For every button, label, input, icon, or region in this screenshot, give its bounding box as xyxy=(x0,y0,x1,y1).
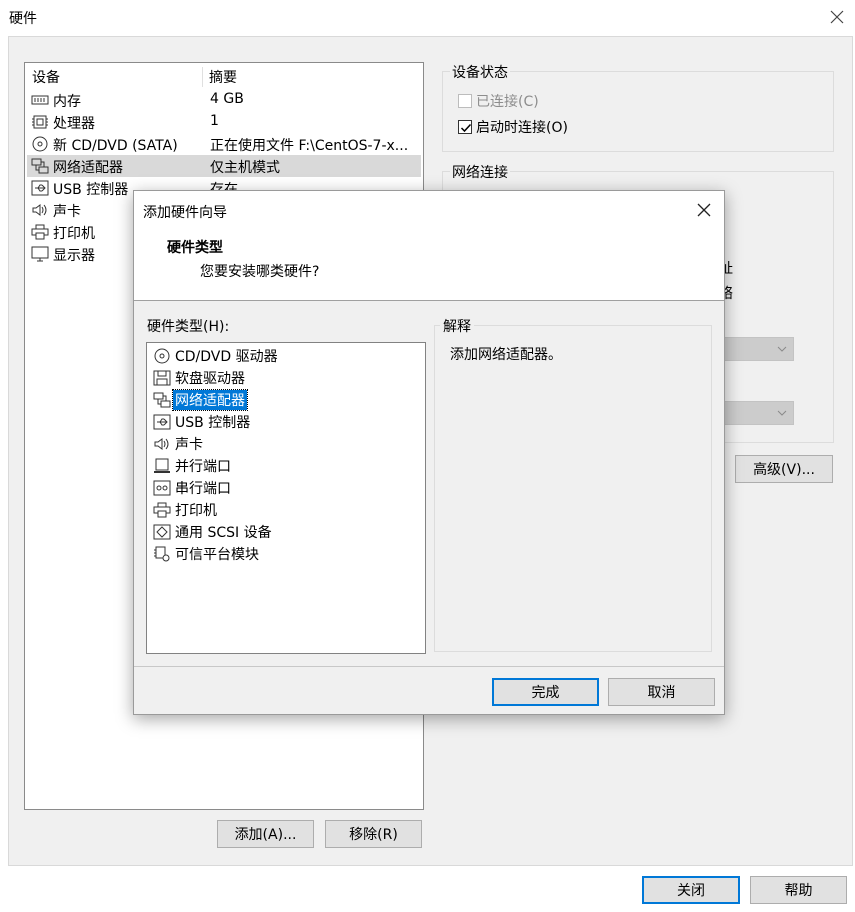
add-hardware-wizard-dialog: 添加硬件向导 硬件类型 您要安装哪类硬件? 硬件类型(H): CD/DVD 驱动… xyxy=(133,190,725,715)
sound-icon xyxy=(154,438,169,450)
hardware-type-name: USB 控制器 xyxy=(175,415,251,431)
hardware-type-name: 打印机 xyxy=(175,503,217,519)
dialog-divider xyxy=(134,666,724,667)
window-title: 硬件 xyxy=(9,11,37,27)
hardware-type-name: 可信平台模块 xyxy=(175,547,259,563)
device-name: 内存 xyxy=(53,94,81,110)
display-icon xyxy=(31,246,49,262)
serial-port-icon xyxy=(153,480,171,496)
printer-icon xyxy=(31,224,49,240)
device-status-title: 设备状态 xyxy=(450,62,510,82)
device-summary: 4 GB xyxy=(210,91,244,107)
explanation-title: 解释 xyxy=(440,316,474,336)
usb-icon xyxy=(153,414,171,430)
explanation-group xyxy=(434,325,712,652)
add-device-button[interactable]: 添加(A)... xyxy=(217,820,314,848)
device-name: 新 CD/DVD (SATA) xyxy=(53,138,178,154)
cpu-icon xyxy=(32,115,48,129)
network-connection-title: 网络连接 xyxy=(450,162,510,182)
wizard-subheading: 您要安装哪类硬件? xyxy=(200,264,320,280)
sound-icon xyxy=(32,204,47,216)
cd-icon xyxy=(154,348,170,364)
wizard-header: 添加硬件向导 硬件类型 您要安装哪类硬件? xyxy=(134,191,724,301)
device-name: 处理器 xyxy=(53,116,95,132)
connect-at-power-on-checkbox[interactable]: 启动时连接(O) xyxy=(458,117,568,137)
connected-checkbox[interactable]: 已连接(C) xyxy=(458,91,539,111)
close-icon xyxy=(830,10,844,24)
connect-at-power-on-checkbox-box[interactable] xyxy=(458,120,472,134)
network-icon xyxy=(31,158,49,174)
cancel-button[interactable]: 取消 xyxy=(608,678,715,706)
explanation-text: 添加网络适配器。 xyxy=(450,347,562,363)
connect-at-power-on-label: 启动时连接(O) xyxy=(476,120,568,136)
device-name: 网络适配器 xyxy=(53,160,123,176)
hardware-type-name: 串行端口 xyxy=(175,481,231,497)
tpm-icon xyxy=(154,546,170,562)
hardware-type-list[interactable]: CD/DVD 驱动器 软盘驱动器 网络适配器 USB 控制器 声卡 并行端口 串… xyxy=(146,342,426,654)
remove-device-button[interactable]: 移除(R) xyxy=(325,820,422,848)
device-name: 声卡 xyxy=(53,204,81,220)
advanced-button[interactable]: 高级(V)... xyxy=(735,455,833,483)
dialog-close-button[interactable] xyxy=(694,200,714,220)
hardware-type-name: CD/DVD 驱动器 xyxy=(175,349,278,365)
device-row-network-adapter[interactable]: 网络适配器 仅主机模式 xyxy=(27,155,421,177)
network-icon xyxy=(153,392,171,408)
chevron-down-icon xyxy=(777,410,787,416)
column-divider[interactable] xyxy=(202,67,203,87)
printer-icon xyxy=(153,502,171,518)
hardware-type-name: 声卡 xyxy=(175,437,203,453)
hardware-type-name: 并行端口 xyxy=(175,459,231,475)
device-summary: 正在使用文件 F:\CentOS-7-x... xyxy=(210,138,409,154)
column-header-summary[interactable]: 摘要 xyxy=(209,67,237,87)
device-summary: 仅主机模式 xyxy=(210,160,280,176)
device-row-cpu[interactable]: 处理器 1 xyxy=(27,111,421,133)
hardware-type-name: 软盘驱动器 xyxy=(175,371,245,387)
window-close-button[interactable] xyxy=(826,6,848,28)
help-button[interactable]: 帮助 xyxy=(750,876,847,904)
device-summary: 1 xyxy=(210,113,219,129)
hardware-type-name: 通用 SCSI 设备 xyxy=(175,525,272,541)
device-status-group xyxy=(442,71,834,152)
connected-label: 已连接(C) xyxy=(476,94,539,110)
finish-button[interactable]: 完成 xyxy=(492,678,599,706)
floppy-icon xyxy=(153,370,171,386)
column-header-device[interactable]: 设备 xyxy=(32,67,60,87)
hardware-type-label: 硬件类型(H): xyxy=(147,319,230,335)
cd-icon xyxy=(32,136,48,152)
scsi-icon xyxy=(153,524,171,540)
device-row-cd-dvd[interactable]: 新 CD/DVD (SATA) 正在使用文件 F:\CentOS-7-x... xyxy=(27,133,421,155)
wizard-heading: 硬件类型 xyxy=(167,240,223,256)
checkmark-icon xyxy=(460,123,472,133)
device-row-memory[interactable]: 内存 4 GB xyxy=(27,89,421,111)
connected-checkbox-box[interactable] xyxy=(458,94,472,108)
device-name: 显示器 xyxy=(53,248,95,264)
memory-icon xyxy=(31,95,49,105)
hardware-type-name: 网络适配器 xyxy=(172,389,248,411)
close-button[interactable]: 关闭 xyxy=(642,876,740,904)
usb-icon xyxy=(31,180,49,196)
dialog-title: 添加硬件向导 xyxy=(143,205,227,221)
device-name: 打印机 xyxy=(53,226,95,242)
device-name: USB 控制器 xyxy=(53,182,129,198)
parallel-port-icon xyxy=(154,458,170,473)
close-icon xyxy=(697,203,711,217)
chevron-down-icon xyxy=(777,346,787,352)
